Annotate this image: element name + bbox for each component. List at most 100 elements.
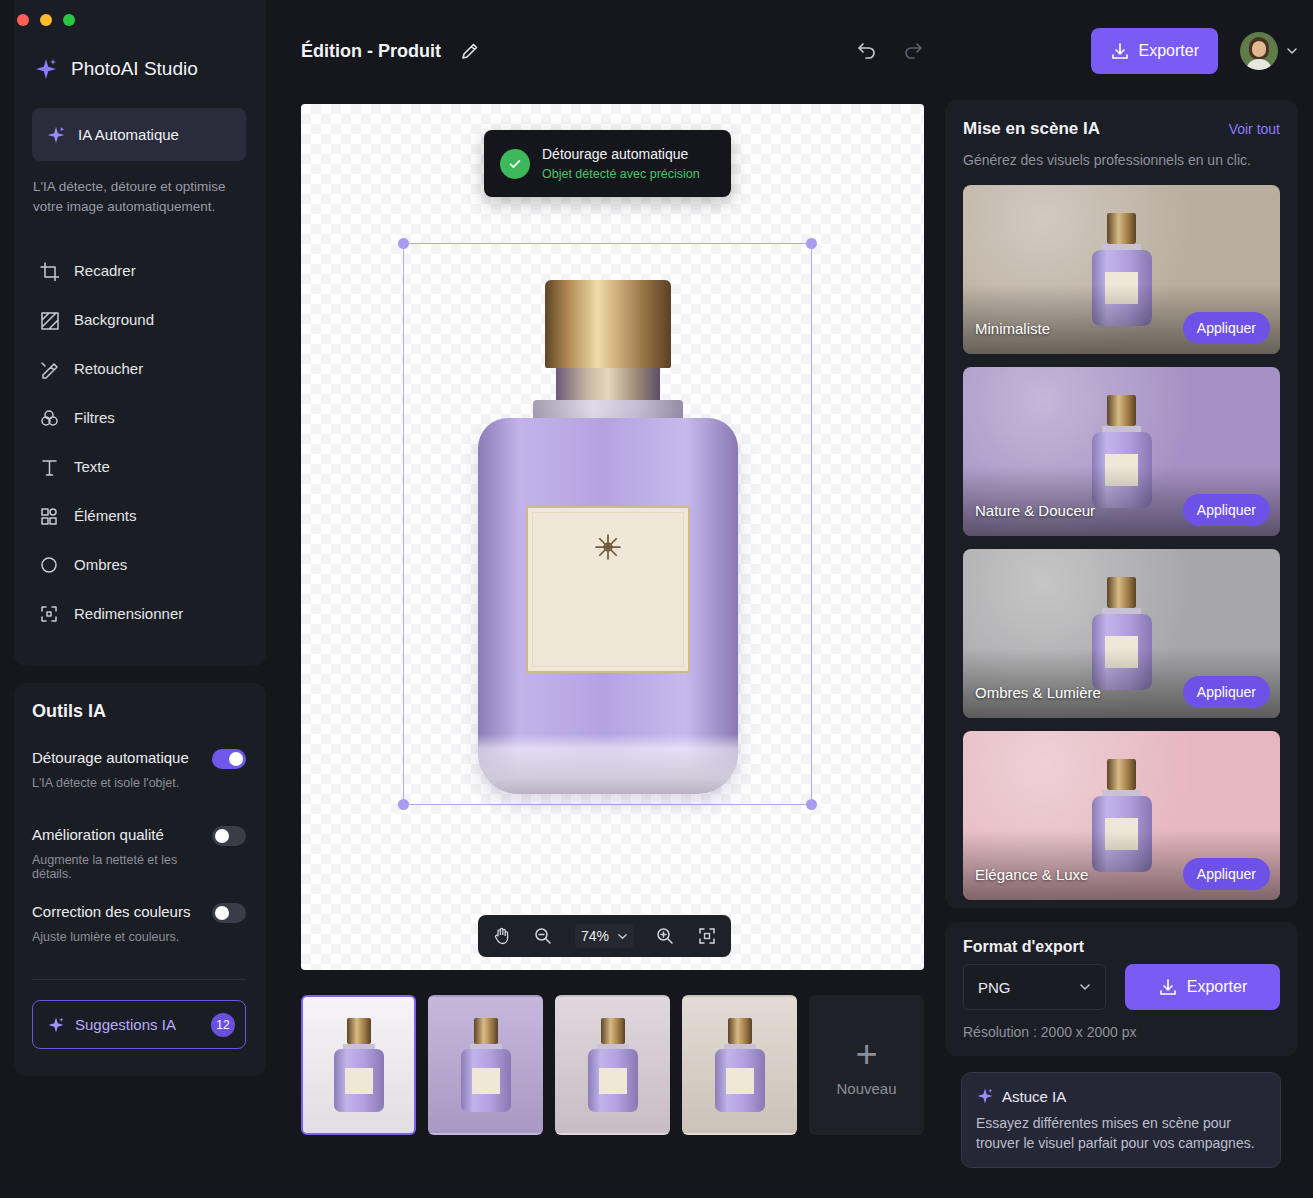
apply-button[interactable]: Appliquer xyxy=(1183,494,1270,526)
filters-icon xyxy=(39,408,59,428)
tip-text: Essayez différentes mises en scène pour … xyxy=(976,1113,1266,1153)
app-logo: PhotoAI Studio xyxy=(14,56,266,82)
sidebar-item[interactable]: Texte xyxy=(14,442,266,491)
toggle-label: Amélioration qualité xyxy=(32,825,212,845)
sidebar-item-label: Redimensionner xyxy=(74,605,183,622)
sidebar-item[interactable]: Background xyxy=(14,295,266,344)
minimize-button[interactable] xyxy=(40,14,52,26)
ai-auto-button[interactable]: IA Automatique xyxy=(32,108,246,161)
toggle-description: Augmente la netteté et les détails. xyxy=(32,853,212,881)
text-icon xyxy=(39,457,59,477)
ai-tools-title: Outils IA xyxy=(32,701,246,722)
chevron-down-icon[interactable] xyxy=(1286,45,1298,57)
shadow-icon xyxy=(39,555,59,575)
scene-card[interactable]: Ombres & LumièreAppliquer xyxy=(963,549,1280,718)
toggle-text: Correction des couleursAjuste lumière et… xyxy=(32,902,190,944)
elements-icon xyxy=(39,506,59,526)
thumbnail[interactable] xyxy=(682,995,797,1135)
zoom-in-icon[interactable] xyxy=(655,926,675,946)
canvas[interactable]: Détourage automatiqueObjet détecté avec … xyxy=(301,104,924,970)
resize-handle[interactable] xyxy=(806,238,817,249)
thumbnail-strip: +Nouveau xyxy=(301,995,924,1135)
sidebar-item[interactable]: Ombres xyxy=(14,540,266,589)
toggle-description: L'IA détecte et isole l'objet. xyxy=(32,776,189,790)
app-window: PhotoAI Studio IA Automatique L'IA détecte… xyxy=(0,0,1313,1198)
page-title: Édition - Produit xyxy=(301,41,441,62)
toggle-text: Détourage automatique L'IA détecte et iso… xyxy=(32,748,189,790)
close-button[interactable] xyxy=(17,14,29,26)
toggle-knob xyxy=(215,906,229,920)
sparkle-icon xyxy=(976,1087,994,1105)
toggle-knob xyxy=(215,829,229,843)
scene-card[interactable]: MinimalisteAppliquer xyxy=(963,185,1280,354)
toggle-switch[interactable] xyxy=(212,749,246,769)
zoom-out-icon[interactable] xyxy=(533,926,553,946)
product-image xyxy=(404,280,811,794)
see-all-link[interactable]: Voir tout xyxy=(1229,121,1280,137)
zoom-select[interactable]: 74% xyxy=(575,924,634,948)
pencil-icon[interactable] xyxy=(460,41,480,61)
resize-handle[interactable] xyxy=(398,799,409,810)
crop-icon xyxy=(39,261,59,281)
resize-handle[interactable] xyxy=(398,238,409,249)
redo-icon[interactable] xyxy=(901,39,925,63)
background-icon xyxy=(39,310,59,330)
sidebar-item[interactable]: Filtres xyxy=(14,393,266,442)
format-select[interactable]: PNG xyxy=(963,964,1106,1010)
new-variant-button[interactable]: +Nouveau xyxy=(809,995,924,1135)
editor-column: Détourage automatiqueObjet détecté avec … xyxy=(301,104,924,1168)
apply-button[interactable]: Appliquer xyxy=(1183,312,1270,344)
bottle-thumbnail-image xyxy=(334,1018,384,1112)
suggestions-label: Suggestions IA xyxy=(75,1016,201,1033)
sidebar-item[interactable]: Redimensionner xyxy=(14,589,266,638)
format-value: PNG xyxy=(978,979,1011,996)
toggle-label: Détourage automatique xyxy=(32,748,189,768)
scene-card[interactable]: Nature & DouceurAppliquer xyxy=(963,367,1280,536)
resize-handle[interactable] xyxy=(806,799,817,810)
thumbnail[interactable] xyxy=(555,995,670,1135)
undo-icon[interactable] xyxy=(855,39,879,63)
toggle-text: Amélioration qualité Augmente la netteté … xyxy=(32,825,212,881)
toast-text: Détourage automatiqueObjet détecté avec … xyxy=(542,146,700,181)
sidebar-item[interactable]: Recadrer xyxy=(14,246,266,295)
window-controls xyxy=(14,14,266,26)
sparkle-icon xyxy=(47,1016,65,1034)
scenes-title: Mise en scène IA xyxy=(963,119,1100,139)
plus-icon: + xyxy=(855,1034,877,1074)
thumbnail[interactable] xyxy=(428,995,543,1135)
maximize-button[interactable] xyxy=(63,14,75,26)
apply-button[interactable]: Appliquer xyxy=(1183,858,1270,890)
toggle-switch[interactable] xyxy=(212,903,246,923)
sidebar: PhotoAI Studio IA Automatique L'IA détecte… xyxy=(14,0,266,1198)
export-button[interactable]: Exporter xyxy=(1091,28,1218,74)
selection-box[interactable] xyxy=(403,243,812,805)
sidebar-item-label: Filtres xyxy=(74,409,115,426)
sidebar-item[interactable]: Éléments xyxy=(14,491,266,540)
resolution-text: Résolution : 2000 x 2000 px xyxy=(963,1024,1280,1040)
apply-button[interactable]: Appliquer xyxy=(1183,676,1270,708)
export-panel: Format d'exportPNGExporterRésolution : 2… xyxy=(945,922,1298,1056)
suggestions-button[interactable]: Suggestions IA12 xyxy=(32,1000,246,1049)
export-button[interactable]: Exporter xyxy=(1125,964,1280,1010)
hand-icon[interactable] xyxy=(492,926,512,946)
sidebar-item[interactable]: Retoucher xyxy=(14,344,266,393)
thumbnail[interactable] xyxy=(301,995,416,1135)
fit-screen-icon[interactable] xyxy=(697,926,717,946)
toggle-knob xyxy=(229,752,243,766)
user-avatar[interactable] xyxy=(1240,32,1278,70)
zoom-value: 74% xyxy=(581,928,609,944)
toggle-switch[interactable] xyxy=(212,826,246,846)
sidebar-item-label: Retoucher xyxy=(74,360,143,377)
toast: Détourage automatiqueObjet détecté avec … xyxy=(484,130,731,197)
scene-card[interactable]: Elégance & LuxeAppliquer xyxy=(963,731,1280,900)
scenes-panel: Mise en scène IAVoir toutGénérez des vis… xyxy=(945,100,1298,908)
ornament-icon xyxy=(593,532,623,562)
scene-footer: Nature & DouceurAppliquer xyxy=(975,494,1270,526)
content: Détourage automatiqueObjet détecté avec … xyxy=(301,104,1298,1168)
product-label xyxy=(526,506,690,673)
toast-title: Détourage automatique xyxy=(542,146,700,162)
toggle-row: Correction des couleursAjuste lumière et… xyxy=(32,902,246,979)
app-name: PhotoAI Studio xyxy=(71,58,198,80)
sidebar-item-label: Recadrer xyxy=(74,262,136,279)
toggle-row: Amélioration qualité Augmente la netteté … xyxy=(32,825,246,902)
